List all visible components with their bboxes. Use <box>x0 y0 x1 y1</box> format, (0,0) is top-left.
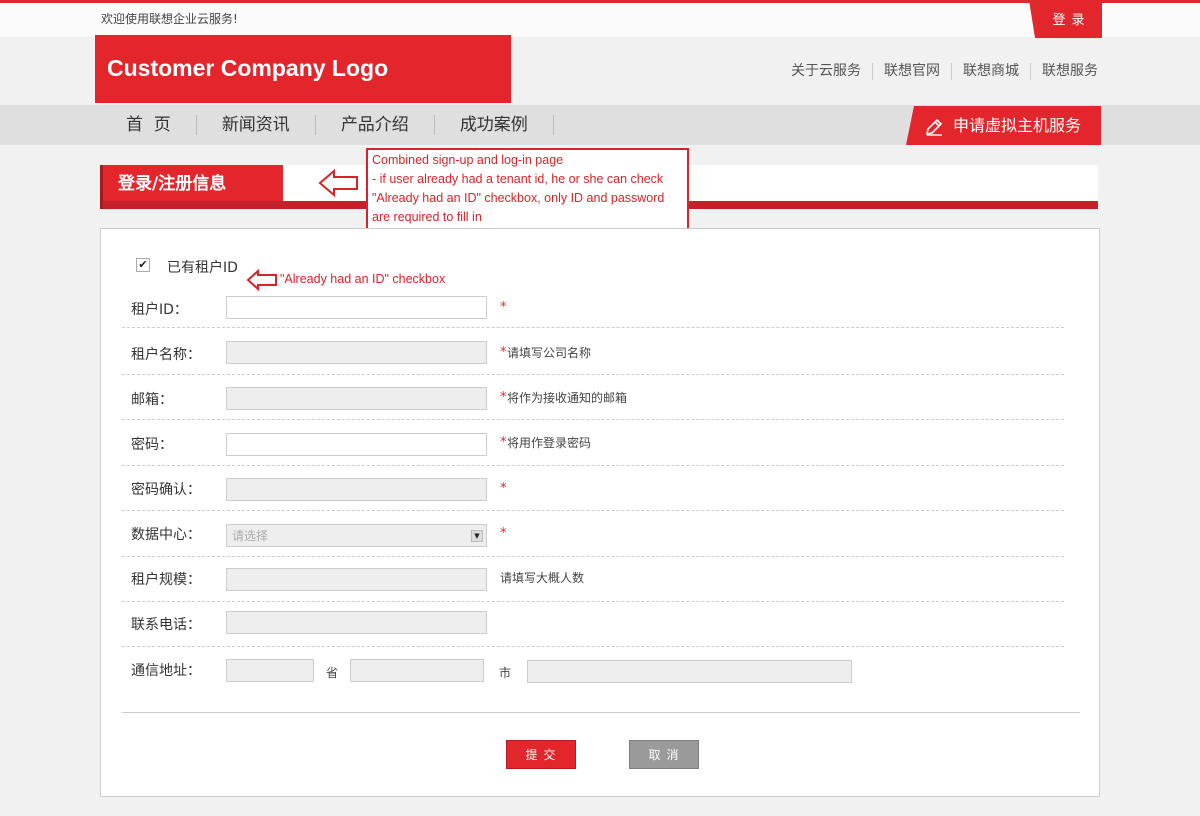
main-nav: 首 页 新闻资讯 产品介绍 成功案例 <box>101 105 554 145</box>
tenant-name-hint: 请填写公司名称 <box>507 346 592 360</box>
datacenter-label: 数据中心： <box>131 527 201 543</box>
phone-input[interactable] <box>226 611 487 634</box>
row-divider <box>122 556 1064 557</box>
link-lenovo-store[interactable]: 联想商城 <box>951 63 1030 80</box>
password-hint: 将用作登录密码 <box>507 436 592 450</box>
row-divider <box>122 646 1064 647</box>
city-unit: 市 <box>499 666 512 680</box>
nav-item-cases[interactable]: 成功案例 <box>435 115 554 135</box>
welcome-text: 欢迎使用联想企业云服务! <box>101 12 238 26</box>
required-mark: * <box>500 526 507 541</box>
address-province-input[interactable] <box>226 659 314 682</box>
row-divider <box>122 601 1064 602</box>
link-lenovo-official[interactable]: 联想官网 <box>872 63 951 80</box>
nav-item-news[interactable]: 新闻资讯 <box>197 115 316 135</box>
annotation-arrow-small-icon <box>246 269 277 291</box>
password-label: 密码： <box>131 437 173 453</box>
address-detail-input[interactable] <box>527 660 852 683</box>
required-mark: * <box>500 435 507 450</box>
email-label: 邮箱： <box>131 392 173 408</box>
required-mark: * <box>500 300 507 315</box>
row-divider <box>122 510 1064 511</box>
form-bottom-divider <box>122 712 1080 713</box>
row-divider <box>122 327 1064 328</box>
submit-button[interactable]: 提交 <box>506 740 576 769</box>
address-city-input[interactable] <box>350 659 484 682</box>
tenant-size-hint: 请填写大概人数 <box>500 571 585 585</box>
pencil-icon <box>925 118 943 136</box>
section-title: 登录/注册信息 <box>100 165 283 209</box>
province-unit: 省 <box>326 666 339 680</box>
tenant-size-label: 租户规模： <box>131 572 201 588</box>
datacenter-placeholder: 请选择 <box>232 529 269 543</box>
link-lenovo-service[interactable]: 联想服务 <box>1030 63 1098 80</box>
password-input[interactable] <box>226 433 487 456</box>
header-links: 关于云服务 联想官网 联想商城 联想服务 <box>780 63 1098 80</box>
email-input[interactable] <box>226 387 487 410</box>
row-divider <box>122 374 1064 375</box>
required-mark: * <box>500 481 507 496</box>
nav-item-home[interactable]: 首 页 <box>101 115 197 135</box>
tenant-name-label: 租户名称： <box>131 347 201 363</box>
email-hint: 将作为接收通知的邮箱 <box>507 391 628 405</box>
apply-label: 申请虚拟主机服务 <box>953 116 1082 135</box>
annotation-arrow-icon <box>318 169 358 197</box>
nav-item-products[interactable]: 产品介绍 <box>316 115 435 135</box>
phone-label: 联系电话： <box>131 617 201 633</box>
tenant-id-label: 租户ID： <box>131 302 188 318</box>
row-divider <box>122 465 1064 466</box>
apply-virtual-host-button[interactable]: 申请虚拟主机服务 <box>906 106 1101 145</box>
password-confirm-input[interactable] <box>226 478 487 501</box>
login-button[interactable]: 登录 <box>1029 0 1102 38</box>
checkbox-annotation: "Already had an ID" checkbox <box>280 272 446 286</box>
has-id-label: 已有租户ID <box>167 260 238 276</box>
tenant-name-input[interactable] <box>226 341 487 364</box>
address-label: 通信地址： <box>131 663 201 679</box>
tenant-id-input[interactable] <box>226 296 487 319</box>
datacenter-select[interactable]: 请选择 ▼ <box>226 524 487 547</box>
company-logo[interactable]: Customer Company Logo <box>95 35 511 103</box>
row-divider <box>122 419 1064 420</box>
required-mark: * <box>500 345 507 360</box>
required-mark: * <box>500 390 507 405</box>
dropdown-arrow-icon: ▼ <box>471 530 483 542</box>
has-id-checkbox[interactable]: ✔ <box>136 258 150 272</box>
link-about-cloud[interactable]: 关于云服务 <box>780 63 872 80</box>
password-confirm-label: 密码确认： <box>131 482 201 498</box>
cancel-button[interactable]: 取消 <box>629 740 699 769</box>
tenant-size-input[interactable] <box>226 568 487 591</box>
